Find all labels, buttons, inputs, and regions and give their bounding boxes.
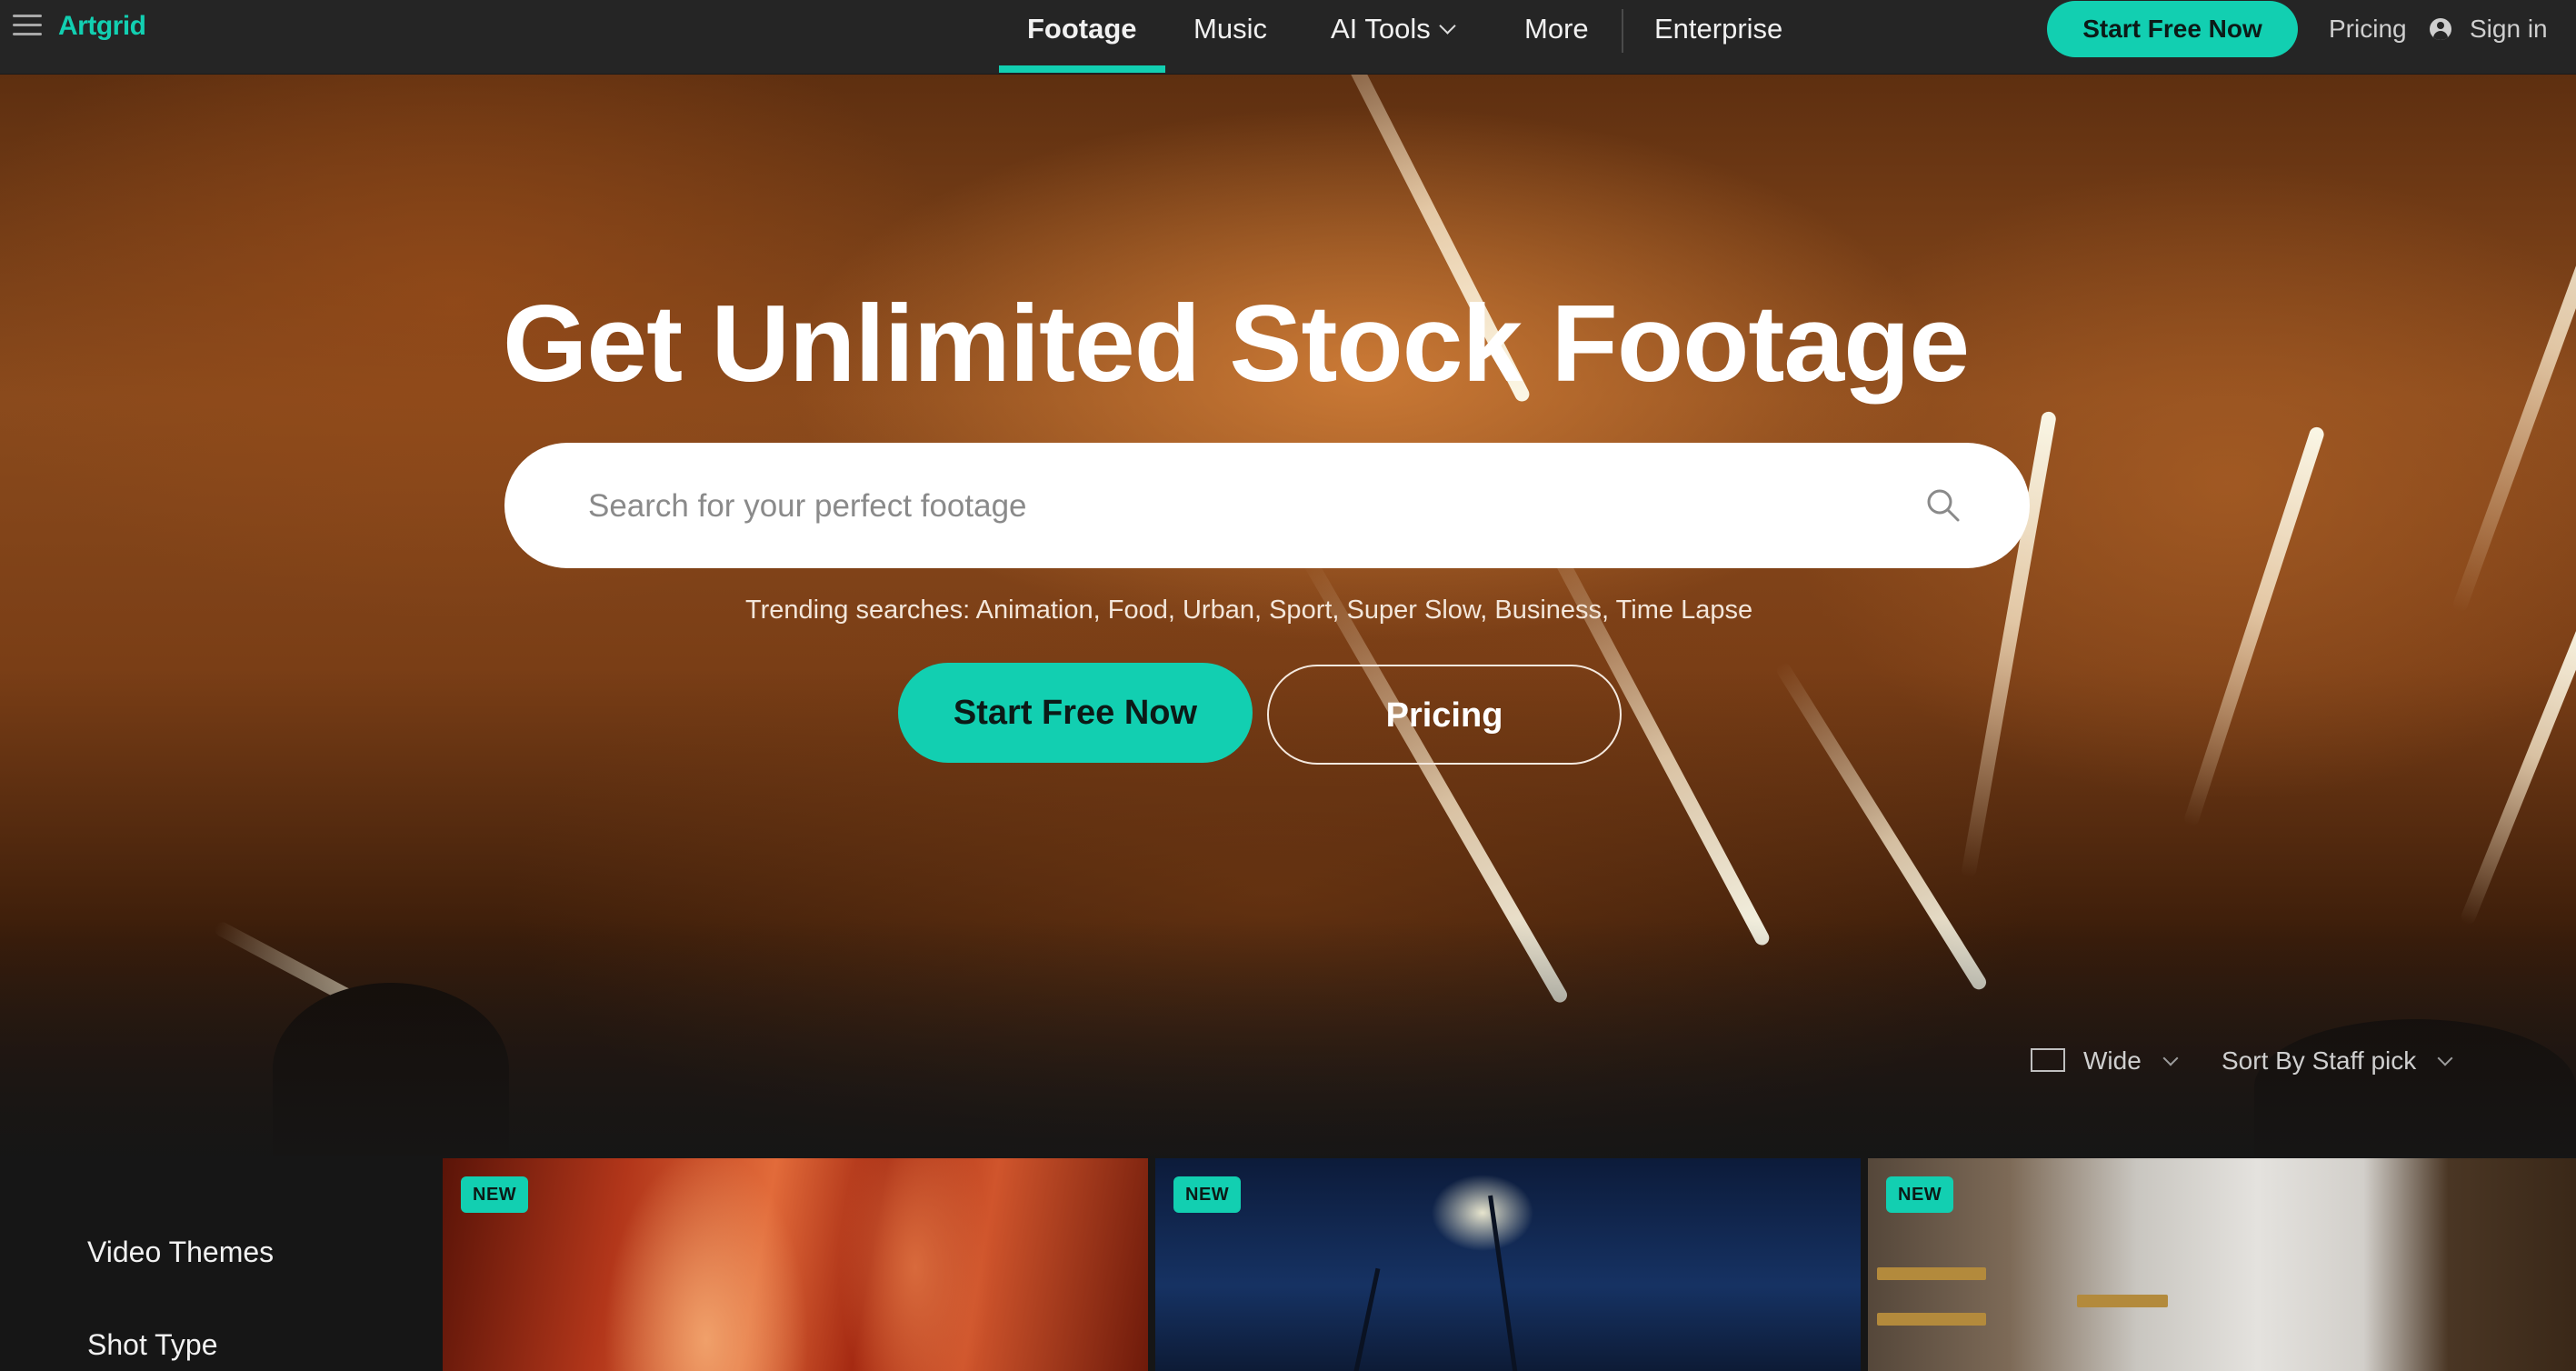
nav-music[interactable]: Music: [1193, 0, 1267, 74]
wind-turbine: [1353, 1267, 1381, 1371]
gold-bars: [1877, 1313, 1986, 1326]
trending-term[interactable]: Animation: [976, 595, 1093, 625]
nav-more[interactable]: More: [1524, 0, 1589, 74]
nav-ai-tools-label: AI Tools: [1331, 13, 1431, 45]
view-mode-dropdown[interactable]: Wide: [2031, 1046, 2179, 1083]
hero-fade-overlay: [0, 919, 2576, 1156]
nav-footage[interactable]: Footage: [1027, 0, 1137, 74]
trending-separator: ,: [1167, 595, 1183, 625]
trending-separator: ,: [1332, 595, 1347, 625]
nav-ai-tools[interactable]: AI Tools: [1331, 0, 1456, 74]
trending-term[interactable]: Sport: [1269, 595, 1332, 625]
clip-thumbnail[interactable]: NEW: [1868, 1158, 2576, 1371]
gold-bars: [1877, 1267, 1986, 1280]
hero-banner: Get Unlimited Stock Footage Trending sea…: [0, 74, 2576, 1156]
pricing-link[interactable]: Pricing: [2329, 0, 2407, 58]
active-tab-indicator: [999, 65, 1165, 73]
hero-pricing-button[interactable]: Pricing: [1267, 665, 1622, 765]
search-input[interactable]: [586, 443, 1862, 570]
search-box[interactable]: [504, 443, 2030, 570]
trending-searches-line: Trending searches: Animation, Food, Urba…: [745, 595, 1752, 625]
lamp-post: [1488, 1195, 1518, 1371]
trending-term[interactable]: Super Slow: [1347, 595, 1481, 625]
sidebar-item-shot-type[interactable]: Shot Type: [87, 1328, 218, 1362]
firework-streak: [2182, 425, 2326, 828]
hero-title: Get Unlimited Stock Footage: [503, 283, 1970, 405]
top-navigation-bar: Artgrid Footage Music AI Tools More Ente…: [0, 0, 2576, 75]
trending-term[interactable]: Business: [1494, 595, 1602, 625]
firework-streak: [2451, 130, 2576, 614]
trending-term[interactable]: Urban: [1183, 595, 1254, 625]
clip-thumbnail[interactable]: NEW: [443, 1158, 1148, 1371]
trending-separator: ,: [1093, 595, 1108, 625]
search-icon[interactable]: [1924, 486, 1961, 523]
trending-separator: ,: [1602, 595, 1616, 625]
chevron-down-icon: [2162, 1050, 2179, 1066]
chevron-down-icon: [2437, 1050, 2453, 1066]
sign-in-link[interactable]: Sign in: [2470, 0, 2548, 58]
chevron-down-icon: [1439, 17, 1456, 35]
nav-enterprise[interactable]: Enterprise: [1654, 0, 1782, 74]
trending-term[interactable]: Time Lapse: [1616, 595, 1752, 625]
start-free-now-button[interactable]: Start Free Now: [2047, 1, 2298, 57]
new-badge: NEW: [461, 1176, 529, 1213]
gold-bars: [2077, 1295, 2168, 1307]
sort-dropdown[interactable]: Sort By Staff pick: [2222, 1046, 2453, 1083]
trending-separator: ,: [1253, 595, 1270, 625]
artgrid-logo[interactable]: Artgrid: [58, 11, 146, 42]
wide-aspect-icon: [2031, 1047, 2065, 1072]
user-icon[interactable]: [2430, 18, 2451, 40]
trending-separator: ,: [1480, 595, 1495, 625]
new-badge: NEW: [1886, 1176, 1954, 1213]
menu-icon[interactable]: [13, 15, 42, 38]
trending-term[interactable]: Food: [1108, 595, 1168, 625]
view-mode-label: Wide: [2083, 1046, 2142, 1075]
hero-start-free-button[interactable]: Start Free Now: [898, 663, 1253, 763]
sidebar-item-video-themes[interactable]: Video Themes: [87, 1236, 274, 1269]
trending-label: Trending searches:: [745, 595, 971, 625]
nav-divider: [1622, 9, 1623, 53]
sort-label: Sort By Staff pick: [2222, 1046, 2417, 1075]
filter-sidebar: Video Themes Shot Type: [0, 1156, 443, 1371]
firework-streak: [2459, 617, 2576, 926]
clip-thumbnail[interactable]: NEW: [1155, 1158, 1861, 1371]
new-badge: NEW: [1173, 1176, 1242, 1213]
